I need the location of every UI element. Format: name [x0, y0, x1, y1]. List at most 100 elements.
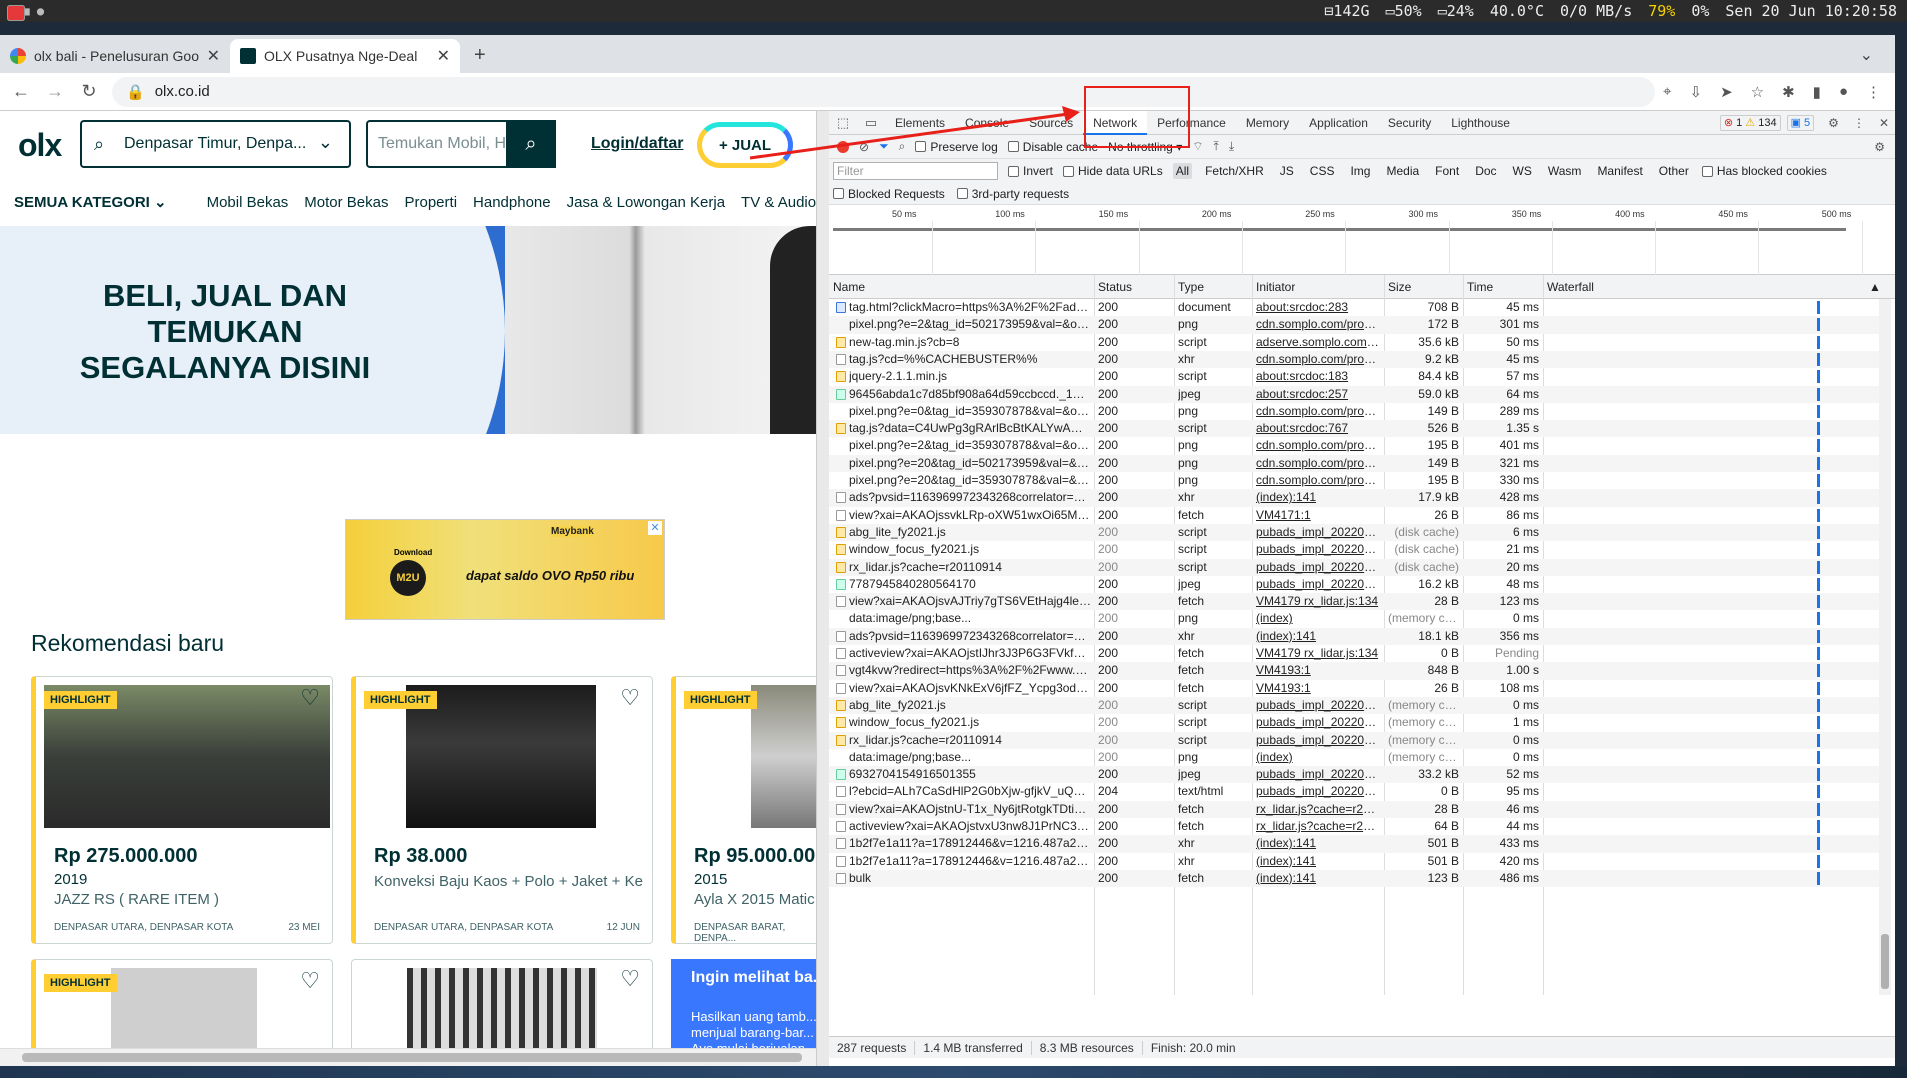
request-initiator[interactable]: (index) — [1256, 749, 1380, 766]
listing-card[interactable]: HIGHLIGHT ♡ Rp 38.000 Konveksi Baju Kaos… — [351, 676, 653, 944]
location-selector[interactable]: ⌕ Denpasar Timur, Denpa... ⌄ — [80, 120, 351, 168]
request-initiator[interactable]: VM4179 rx_lidar.js:134 — [1256, 593, 1380, 610]
tab-lighthouse[interactable]: Lighthouse — [1441, 111, 1520, 135]
request-initiator[interactable]: pubads_impl_202206130... — [1256, 714, 1380, 731]
promo-card[interactable]: Ingin melihat ba... Hasilkan uang tamb..… — [671, 959, 816, 1059]
type-filter[interactable]: WS — [1510, 163, 1535, 179]
tab-olx[interactable]: OLX Pusatnya Nge-Deal ✕ — [230, 39, 460, 73]
tab-application[interactable]: Application — [1299, 111, 1378, 135]
request-row[interactable]: 6932704154916501355 200 jpeg pubads_impl_20… — [829, 766, 1887, 784]
forward-icon[interactable]: → — [42, 81, 68, 102]
type-filter[interactable]: CSS — [1307, 163, 1338, 179]
hero-banner[interactable]: BELI, JUAL DAN TEMUKAN SEGALANYA DISINI — [0, 226, 816, 434]
export-har-icon[interactable]: ⤓ — [1229, 139, 1234, 154]
request-initiator[interactable]: VM4193:1 — [1256, 662, 1380, 679]
request-row[interactable]: 1b2f7e1a11?a=178912446&v=1216.487a282&to… — [829, 835, 1887, 853]
request-row[interactable]: 96456abda1c7d85bf908a64d59ccbccd._164456… — [829, 385, 1887, 403]
request-initiator[interactable]: rx_lidar.js?cache=r20110... — [1256, 818, 1380, 835]
reload-icon[interactable]: ↻ — [76, 81, 102, 102]
request-initiator[interactable]: VM4179 rx_lidar.js:134 — [1256, 645, 1380, 662]
request-row[interactable]: pixel.png?e=2&tag_id=359307878&val=&orde… — [829, 437, 1887, 454]
request-row[interactable]: view?xai=AKAOjsvAJTriy7gTS6VEtHajg4leGz7… — [829, 593, 1887, 611]
type-filter[interactable]: Img — [1347, 163, 1373, 179]
request-initiator[interactable]: (index):141 — [1256, 489, 1380, 506]
listing-card[interactable]: HIGHLIGHT ♡ Rp 275.000.000 2019 JAZZ RS … — [31, 676, 333, 944]
type-filter[interactable]: JS — [1277, 163, 1297, 179]
profile-avatar[interactable]: ● — [1839, 83, 1848, 101]
request-row[interactable]: window_focus_fy2021.js 200 script pubads_im… — [829, 714, 1887, 731]
type-filter[interactable]: Manifest — [1594, 163, 1645, 179]
request-row[interactable]: 1b2f7e1a11?a=178912446&v=1216.487a282&to… — [829, 853, 1887, 870]
request-initiator[interactable]: cdn.somplo.com/prod/test... — [1256, 403, 1380, 420]
location-icon[interactable]: ⌖ — [1663, 83, 1671, 101]
column-header-time[interactable]: Time — [1467, 280, 1493, 294]
request-row[interactable]: tag.js?cd=%%CACHEBUSTER%% 200 xhr cdn.sompl… — [829, 350, 1887, 369]
category-link[interactable]: Handphone — [473, 194, 551, 211]
request-row[interactable]: abg_lite_fy2021.js 200 script pubads_impl_2… — [829, 523, 1887, 542]
close-ad-icon[interactable]: ✕ — [648, 521, 662, 535]
category-link[interactable]: Properti — [405, 194, 458, 211]
request-row[interactable]: new-tag.min.js?cb=8 200 script adserve.somp… — [829, 334, 1887, 351]
login-link[interactable]: Login/daftar — [591, 135, 683, 153]
request-row[interactable]: rx_lidar.js?cache=r20110914 200 script puba… — [829, 731, 1887, 749]
request-row[interactable]: vgt4kvw?redirect=https%3A%2F%2Fwww.mayba… — [829, 662, 1887, 680]
tab-google-search[interactable]: olx bali - Penelusuran Google ✕ — [0, 39, 230, 73]
request-initiator[interactable]: about:srcdoc:183 — [1256, 368, 1380, 385]
request-initiator[interactable]: cdn.somplo.com/prod/test... — [1256, 351, 1380, 368]
import-har-icon[interactable]: ⤒ — [1214, 139, 1219, 154]
request-row[interactable]: pixel.png?e=20&tag_id=359307878&val=&ord… — [829, 472, 1887, 489]
scrollbar-thumb[interactable] — [22, 1053, 802, 1062]
request-initiator[interactable]: (index):141 — [1256, 853, 1380, 870]
favorite-heart-icon[interactable]: ♡ — [300, 968, 320, 994]
close-tab-icon[interactable]: ✕ — [437, 46, 450, 66]
request-initiator[interactable]: VM4171:1 — [1256, 507, 1380, 524]
request-row[interactable]: pixel.png?e=2&tag_id=502173959&val=&orde… — [829, 316, 1887, 334]
type-filter[interactable]: Media — [1383, 163, 1422, 179]
sidepanel-icon[interactable]: ▮ — [1813, 83, 1821, 101]
column-header-status[interactable]: Status — [1098, 280, 1132, 294]
type-filter[interactable]: Wasm — [1545, 163, 1585, 179]
request-initiator[interactable]: cdn.somplo.com/prod/test... — [1256, 437, 1380, 454]
listing-card[interactable]: HIGHLIGHT Rp 95.000.000 2015 Ayla X 2015… — [671, 676, 816, 944]
request-row[interactable]: activeview?xai=AKAOjstvxU3nw8J1PrNC3RtCl… — [829, 818, 1887, 835]
request-row[interactable]: jquery-2.1.1.min.js 200 script about:srcdoc… — [829, 368, 1887, 385]
request-row[interactable]: tag.html?clickMacro=https%3A%2F%2Fadclic… — [829, 299, 1887, 316]
request-row[interactable]: activeview?xai=AKAOjstIJhr3J3P6G3FVkfq-H… — [829, 645, 1887, 662]
blocked-cookies-checkbox[interactable]: Has blocked cookies — [1701, 164, 1827, 178]
request-initiator[interactable]: pubads_impl_202206130... — [1256, 697, 1380, 714]
request-initiator[interactable]: (index):141 — [1256, 870, 1380, 887]
tab-security[interactable]: Security — [1378, 111, 1441, 135]
request-initiator[interactable]: pubads_impl_202206130... — [1256, 783, 1380, 800]
send-icon[interactable]: ➤ — [1720, 83, 1733, 101]
request-row[interactable]: abg_lite_fy2021.js 200 script pubads_impl_2… — [829, 696, 1887, 715]
new-tab-button[interactable]: + — [474, 44, 486, 67]
favorite-heart-icon[interactable]: ♡ — [620, 685, 640, 711]
notification-icon[interactable] — [7, 5, 25, 22]
extensions-icon[interactable]: ✱ — [1782, 83, 1795, 101]
category-link[interactable]: TV & Audio, Video — [741, 194, 816, 211]
type-filter-all[interactable]: All — [1172, 163, 1193, 179]
column-header-initiator[interactable]: Initiator — [1256, 280, 1295, 294]
devtools-resize-handle[interactable] — [816, 111, 829, 1066]
request-row[interactable]: pixel.png?e=20&tag_id=502173959&val=&ord… — [829, 454, 1887, 472]
bookmark-star-icon[interactable]: ☆ — [1751, 83, 1764, 101]
favorite-heart-icon[interactable]: ♡ — [620, 966, 640, 992]
devtools-menu-icon[interactable]: ⋮ — [1853, 116, 1865, 130]
tab-search-icon[interactable]: ⌄ — [1860, 45, 1873, 65]
network-settings-icon[interactable]: ⚙ — [1874, 140, 1885, 154]
third-party-checkbox[interactable]: 3rd-party requests — [956, 187, 1069, 201]
request-row[interactable]: window_focus_fy2021.js 200 script pubads_im… — [829, 541, 1887, 558]
request-row[interactable]: view?xai=AKAOjstnU-T1x_Ny6jtRotgkTDtiPpL… — [829, 800, 1887, 818]
olx-logo[interactable]: olx — [18, 127, 62, 164]
column-header-waterfall[interactable]: Waterfall — [1547, 280, 1594, 294]
category-link[interactable]: Jasa & Lowongan Kerja — [567, 194, 725, 211]
sort-up-icon[interactable]: ▲ — [1869, 280, 1881, 294]
request-row[interactable]: data:image/png;base... 200 png (index) (memo… — [829, 749, 1887, 766]
request-initiator[interactable]: VM4193:1 — [1256, 680, 1380, 697]
listing-card[interactable]: ♡ — [351, 959, 653, 1059]
search-button[interactable]: ⌕ — [506, 120, 556, 168]
request-row[interactable]: bulk 200 fetch (index):141 123 B 486 ms — [829, 869, 1887, 888]
menu-kebab-icon[interactable]: ⋮ — [1866, 83, 1881, 101]
install-icon[interactable]: ⇩ — [1689, 83, 1702, 101]
column-header-size[interactable]: Size — [1388, 280, 1411, 294]
